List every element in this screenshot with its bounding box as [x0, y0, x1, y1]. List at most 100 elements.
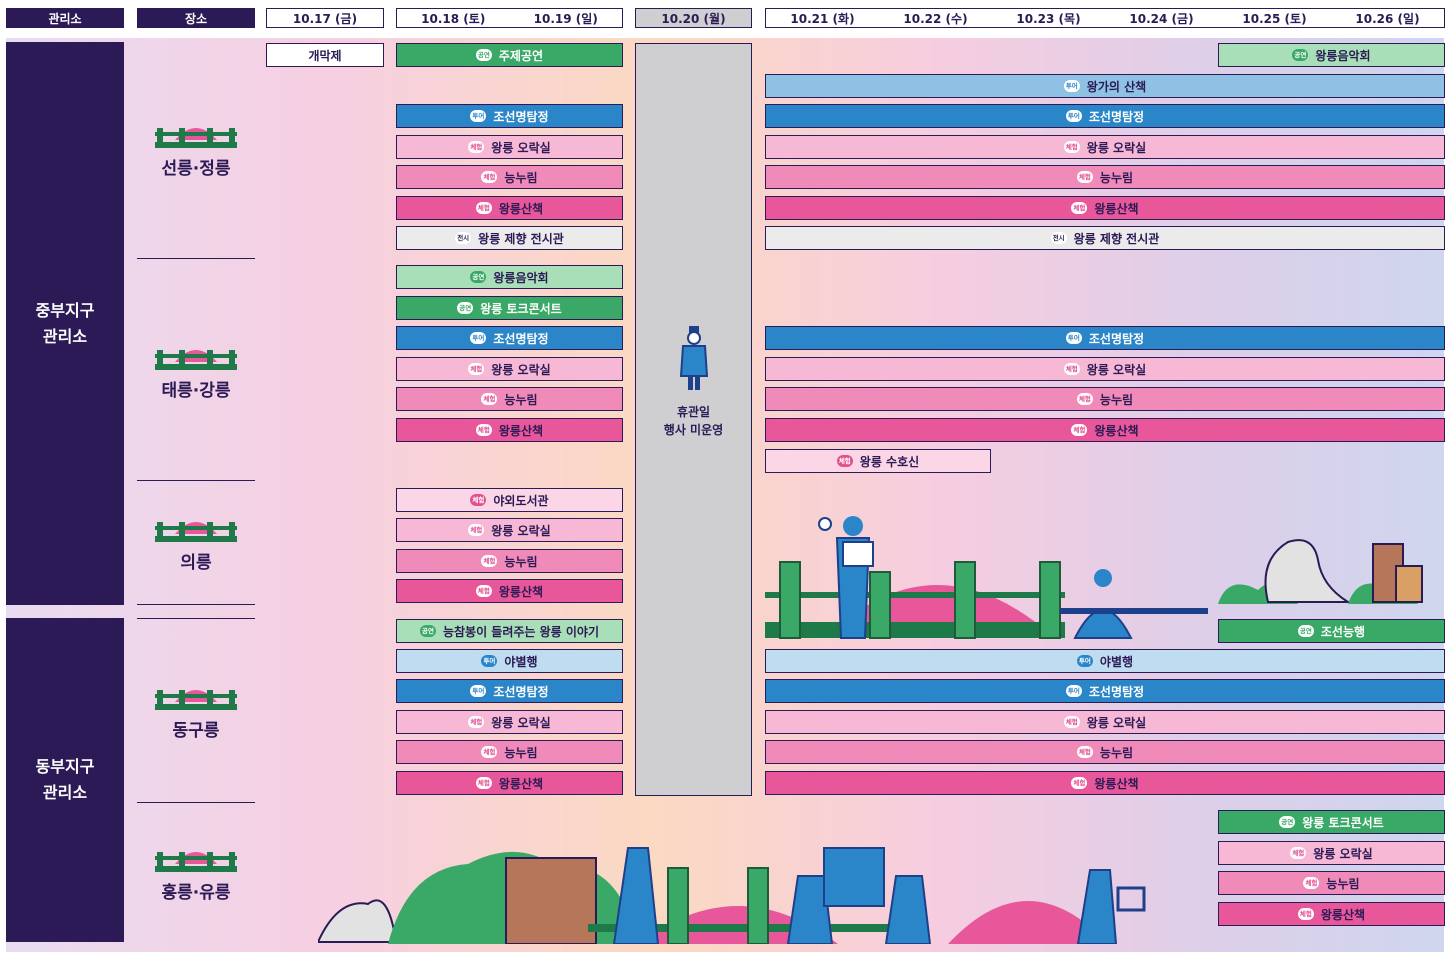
- divider: [137, 258, 255, 259]
- event-game-room[interactable]: 체험 왕릉 오락실: [1218, 841, 1445, 865]
- experience-badge: 체험: [481, 171, 498, 183]
- tour-badge: 투어: [1076, 655, 1093, 667]
- event-royal-stroll[interactable]: 체험 왕릉산책: [765, 418, 1445, 442]
- event-royal-stroll[interactable]: 체험 왕릉산책: [1218, 902, 1445, 926]
- experience-badge: 체험: [1071, 202, 1088, 214]
- exhibition-badge: 전시: [455, 232, 472, 244]
- header-weekend: 10.18 (토) 10.19 (일): [396, 8, 623, 28]
- event-night-walk[interactable]: 투어 야별행: [396, 649, 623, 673]
- header-week: 10.21 (화) 10.22 (수) 10.23 (목) 10.24 (금) …: [765, 8, 1445, 28]
- experience-badge: 체험: [468, 524, 485, 536]
- stone-guardian-illustration: [1218, 539, 1423, 604]
- event-royal-stroll[interactable]: 체험 왕릉산책: [765, 771, 1445, 795]
- event-game-room[interactable]: 체험 왕릉 오락실: [396, 357, 623, 381]
- divider: [137, 618, 255, 619]
- event-ritual-hall[interactable]: 전시 왕릉 제향 전시관: [765, 226, 1445, 250]
- royal-tomb-illustration: [765, 516, 1208, 639]
- header-day: 10.21 (화): [790, 11, 855, 26]
- event-neungnurim[interactable]: 체험 능누림: [765, 740, 1445, 764]
- event-game-room[interactable]: 체험 왕릉 오락실: [396, 710, 623, 734]
- place-hongneung: 홍릉·유릉: [137, 842, 255, 903]
- event-royal-walk[interactable]: 투어 왕가의 산책: [765, 74, 1445, 98]
- event-main-show[interactable]: 공연 주제공연: [396, 43, 623, 67]
- experience-badge: 체험: [1076, 393, 1093, 405]
- experience-badge: 체험: [475, 777, 492, 789]
- place-label: 동구릉: [172, 721, 220, 741]
- header-day: 10.17 (금): [266, 8, 384, 28]
- event-royal-stroll[interactable]: 체험 왕릉산책: [396, 196, 623, 220]
- event-detective[interactable]: 투어 조선명탐정: [765, 326, 1445, 350]
- event-game-room[interactable]: 체험 왕릉 오락실: [396, 135, 623, 159]
- place-label: 홍릉·유릉: [161, 883, 231, 903]
- event-game-room[interactable]: 체험 왕릉 오락실: [765, 357, 1445, 381]
- event-story[interactable]: 공연 능참봉이 들려주는 왕릉 이야기: [396, 619, 623, 643]
- header-day: 10.19 (일): [533, 11, 598, 26]
- event-neungnurim[interactable]: 체험 능누림: [396, 549, 623, 573]
- event-royal-stroll[interactable]: 체험 왕릉산책: [396, 579, 623, 603]
- place-label: 선릉·정릉: [161, 159, 231, 179]
- royal-tomb-icon: [155, 522, 237, 542]
- event-detective[interactable]: 투어 조선명탐정: [765, 679, 1445, 703]
- place-uireung: 의릉: [137, 512, 255, 573]
- performance-badge: 공연: [1297, 625, 1314, 637]
- experience-badge: 체험: [468, 363, 485, 375]
- event-neungnurim[interactable]: 체험 능누림: [765, 387, 1445, 411]
- experience-badge: 체험: [481, 746, 498, 758]
- performance-badge: 공연: [419, 625, 436, 637]
- experience-badge: 체험: [1063, 363, 1080, 375]
- event-royal-concert[interactable]: 공연 왕릉음악회: [396, 265, 623, 289]
- event-neungnurim[interactable]: 체험 능누림: [396, 740, 623, 764]
- event-royal-stroll[interactable]: 체험 왕릉산책: [396, 418, 623, 442]
- performance-badge: 공연: [1279, 816, 1296, 828]
- tour-badge: 투어: [1065, 110, 1082, 122]
- event-royal-stroll[interactable]: 체험 왕릉산책: [765, 196, 1445, 220]
- event-talk-concert[interactable]: 공연 왕릉 토크콘서트: [396, 296, 623, 320]
- office-central: 중부지구 관리소: [6, 42, 124, 605]
- event-neungnurim[interactable]: 체험 능누림: [1218, 871, 1445, 895]
- event-outdoor-library[interactable]: 체험 야외도서관: [396, 488, 623, 512]
- event-opening[interactable]: 개막제: [266, 43, 384, 67]
- header-day: 10.23 (목): [1016, 11, 1081, 26]
- event-night-walk[interactable]: 투어 야별행: [765, 649, 1445, 673]
- experience-badge: 체험: [1071, 424, 1088, 436]
- experience-badge: 체험: [1297, 908, 1314, 920]
- header-office: 관리소: [6, 8, 124, 28]
- event-talk-concert[interactable]: 공연 왕릉 토크콘서트: [1218, 810, 1445, 834]
- place-donggureung: 동구릉: [137, 680, 255, 741]
- header-day: 10.18 (토): [421, 11, 486, 26]
- event-neungnurim[interactable]: 체험 능누림: [396, 387, 623, 411]
- tour-badge: 투어: [481, 655, 498, 667]
- event-detective[interactable]: 투어 조선명탐정: [396, 679, 623, 703]
- experience-badge: 체험: [1076, 171, 1093, 183]
- experience-badge: 체험: [1303, 877, 1320, 889]
- event-ritual-hall[interactable]: 전시 왕릉 제향 전시관: [396, 226, 623, 250]
- tour-badge: 투어: [470, 332, 487, 344]
- event-neungnurim[interactable]: 체험 능누림: [765, 165, 1445, 189]
- event-royal-stroll[interactable]: 체험 왕릉산책: [396, 771, 623, 795]
- place-taereung: 태릉·강릉: [137, 340, 255, 401]
- event-game-room[interactable]: 체험 왕릉 오락실: [765, 135, 1445, 159]
- event-neungnurim[interactable]: 체험 능누림: [396, 165, 623, 189]
- event-guardian-deity[interactable]: 체험 왕릉 수호신: [765, 449, 991, 473]
- tour-badge: 투어: [1063, 80, 1080, 92]
- experience-badge: 체험: [470, 494, 487, 506]
- header-day: 10.24 (금): [1129, 11, 1194, 26]
- office-east: 동부지구 관리소: [6, 618, 124, 942]
- tour-badge: 투어: [1065, 332, 1082, 344]
- tour-badge: 투어: [1065, 685, 1082, 697]
- performance-badge: 공연: [475, 49, 492, 61]
- event-royal-concert[interactable]: 공연 왕릉음악회: [1218, 43, 1445, 67]
- performance-badge: 공연: [1292, 49, 1309, 61]
- divider: [137, 480, 255, 481]
- place-seolleung: 선릉·정릉: [137, 118, 255, 179]
- event-game-room[interactable]: 체험 왕릉 오락실: [396, 518, 623, 542]
- event-game-room[interactable]: 체험 왕릉 오락실: [765, 710, 1445, 734]
- event-joseon-tomb[interactable]: 공연 조선능행: [1218, 619, 1445, 643]
- tour-badge: 투어: [470, 110, 487, 122]
- event-detective[interactable]: 투어 조선명탐정: [396, 104, 623, 128]
- experience-badge: 체험: [475, 202, 492, 214]
- event-detective[interactable]: 투어 조선명탐정: [765, 104, 1445, 128]
- royal-procession-illustration: [318, 847, 1146, 944]
- event-detective[interactable]: 투어 조선명탐정: [396, 326, 623, 350]
- experience-badge: 체험: [1076, 746, 1093, 758]
